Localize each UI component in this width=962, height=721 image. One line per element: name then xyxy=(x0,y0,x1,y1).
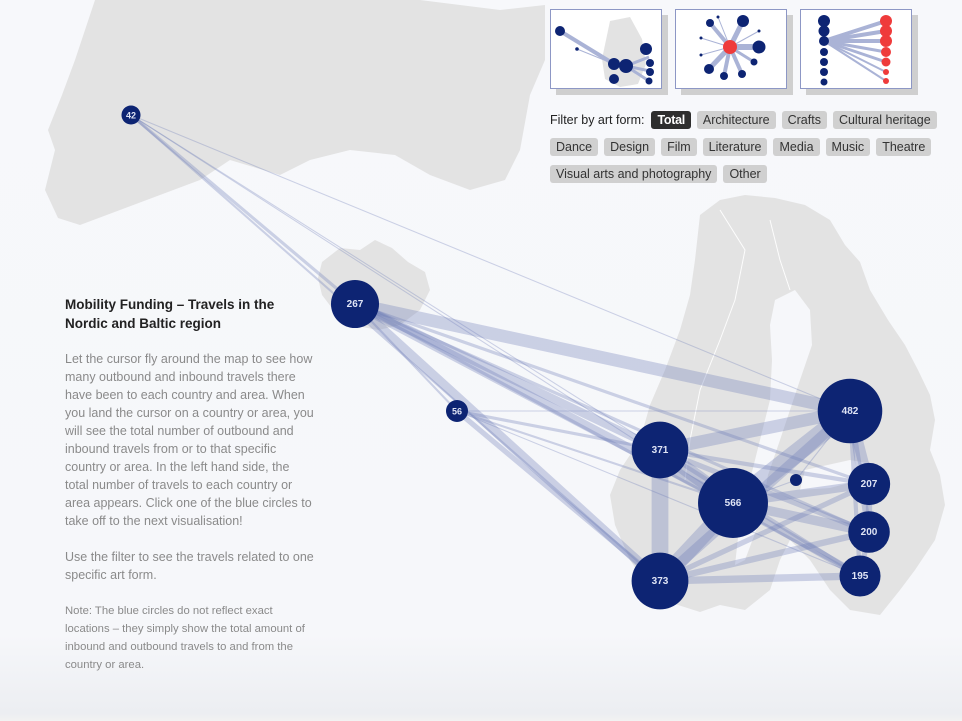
land-greenland xyxy=(45,0,545,225)
map-view-thumbnail[interactable] xyxy=(550,9,668,95)
node-faroe[interactable] xyxy=(445,399,469,423)
filter-chip-cultural-heritage[interactable]: Cultural heritage xyxy=(832,111,937,129)
node-lithuania[interactable] xyxy=(839,555,881,597)
page-title: Mobility Funding – Travels in the Nordic… xyxy=(65,297,275,331)
node-denmark[interactable] xyxy=(631,552,689,610)
instructions-text: Let the cursor fly around the map to see… xyxy=(65,352,314,528)
flow-denmark-lithuania xyxy=(659,572,861,585)
filter-chip-architecture[interactable]: Architecture xyxy=(696,111,776,129)
filter-chip-other[interactable]: Other xyxy=(723,165,767,183)
filter-chip-total[interactable]: Total xyxy=(651,111,691,129)
filter-chip-music[interactable]: Music xyxy=(825,138,871,156)
filter-chip-dance[interactable]: Dance xyxy=(550,138,599,156)
node-finland[interactable] xyxy=(817,378,883,444)
filter-label: Filter by art form: xyxy=(550,113,645,127)
filter-row: Visual arts and photography Other xyxy=(550,165,950,183)
bipartite-view-thumbnail[interactable] xyxy=(800,9,918,95)
radial-network-thumbnail-icon xyxy=(699,15,766,80)
filter-chip-media[interactable]: Media xyxy=(773,138,820,156)
node-greenland[interactable] xyxy=(121,105,141,125)
filter-row: Filter by art form: Total Architecture C… xyxy=(550,111,950,129)
art-form-filter: Filter by art form: Total Architecture C… xyxy=(550,111,950,192)
filter-hint-text: Use the filter to see the travels relate… xyxy=(65,550,314,582)
node-latvia[interactable] xyxy=(848,511,890,553)
filter-chip-design[interactable]: Design xyxy=(604,138,656,156)
node-sweden[interactable] xyxy=(698,468,768,538)
info-panel: Mobility Funding – Travels in the Nordic… xyxy=(65,295,315,674)
view-switcher xyxy=(550,9,918,95)
map-network-thumbnail-icon xyxy=(555,17,654,87)
filter-chip-visual-arts[interactable]: Visual arts and photography xyxy=(550,165,718,183)
bipartite-network-thumbnail-icon xyxy=(818,15,892,86)
node-aland[interactable] xyxy=(790,474,802,486)
filter-chip-theatre[interactable]: Theatre xyxy=(876,138,932,156)
node-norway[interactable] xyxy=(631,421,689,479)
node-estonia[interactable] xyxy=(847,462,891,506)
filter-chip-crafts[interactable]: Crafts xyxy=(781,111,827,129)
filter-chip-literature[interactable]: Literature xyxy=(702,138,768,156)
radial-view-thumbnail[interactable] xyxy=(675,9,793,95)
node-iceland[interactable] xyxy=(330,279,380,329)
filter-chip-film[interactable]: Film xyxy=(661,138,697,156)
filter-row: Dance Design Film Literature Media Music… xyxy=(550,138,950,156)
note-text: Note: The blue circles do not reflect ex… xyxy=(65,605,305,671)
